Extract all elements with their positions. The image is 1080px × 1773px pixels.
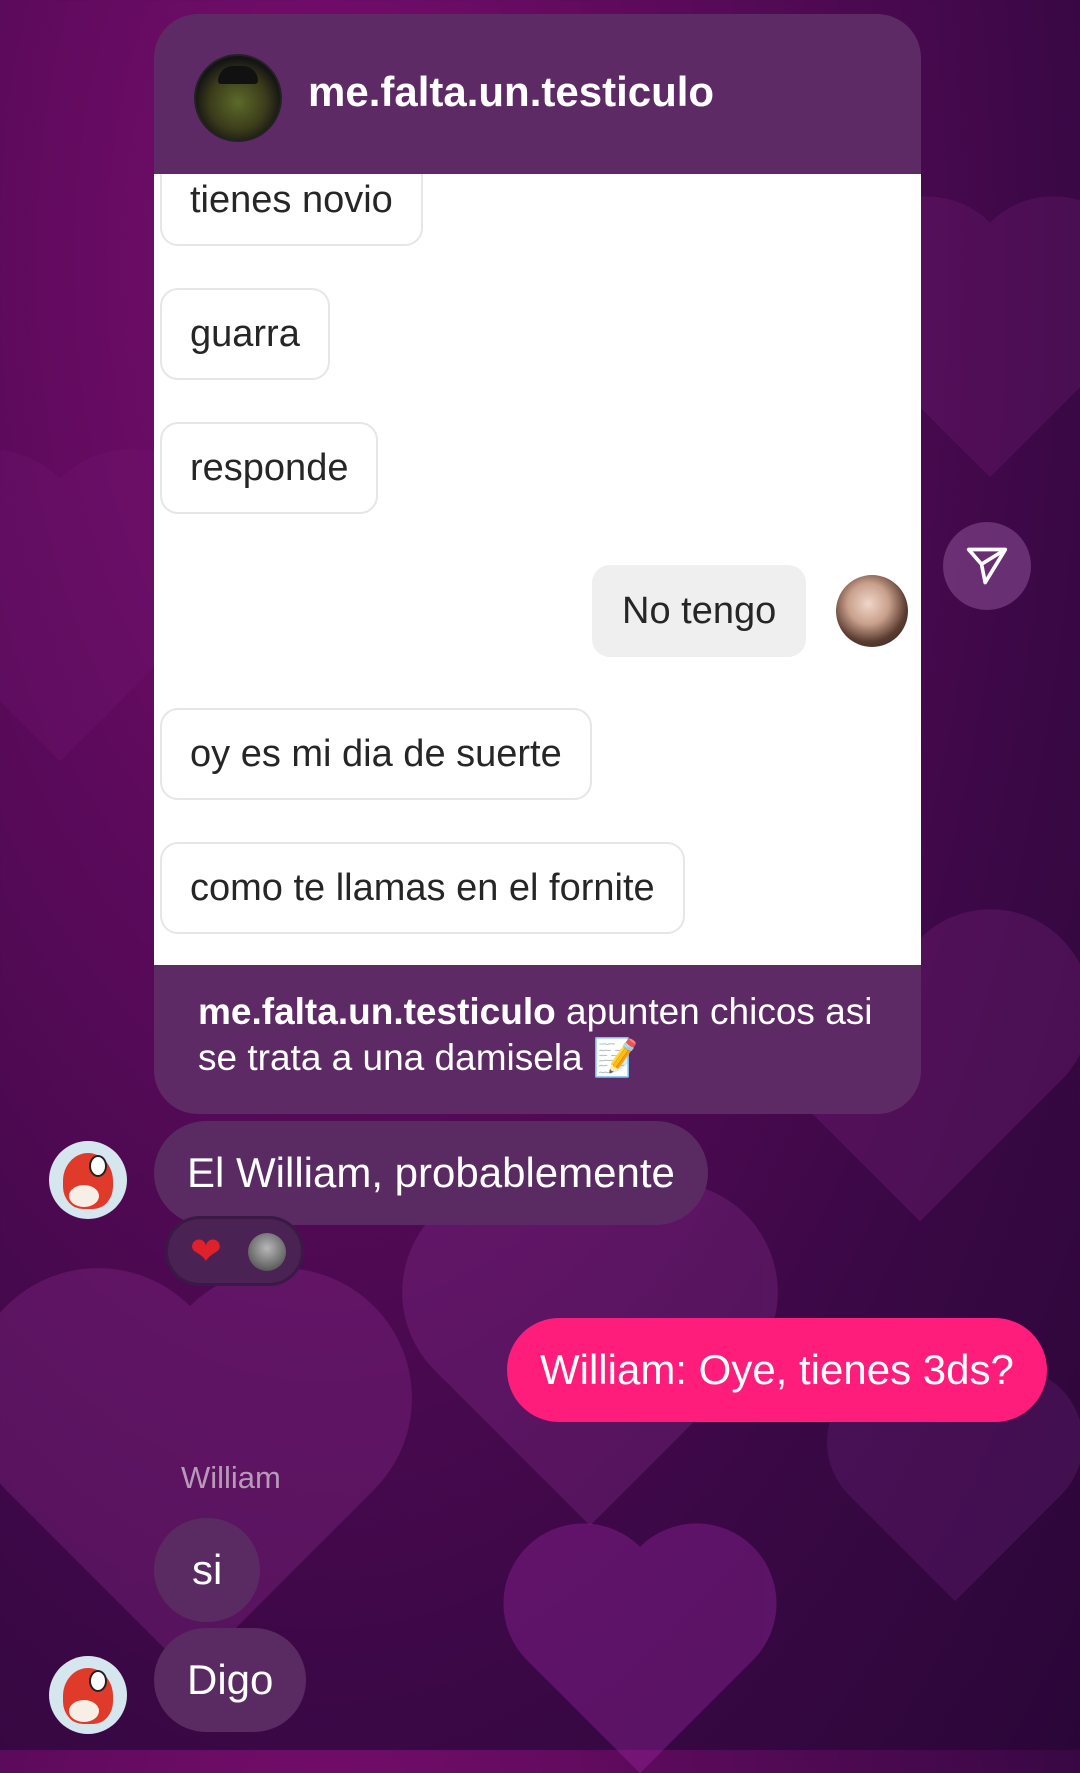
sender-avatar[interactable] (49, 1656, 127, 1734)
background-heart-decoration (526, 1546, 754, 1773)
message-bubble-received[interactable]: si (154, 1518, 261, 1622)
message-reaction[interactable]: ❤ (165, 1216, 304, 1286)
paper-plane-icon (966, 547, 1008, 585)
shared-post-header: me.falta.un.testiculo (154, 14, 921, 174)
screenshot-message: guarra (160, 288, 330, 380)
screenshot-message: oy es mi dia de suerte (160, 708, 592, 800)
message-bubble-received[interactable]: Digo (154, 1628, 307, 1732)
shared-post-image: tienes novio guarra responde No tengo oy… (154, 174, 921, 965)
screenshot-avatar (836, 575, 908, 647)
sender-name-label: William (181, 1460, 281, 1495)
share-button[interactable] (943, 522, 1031, 610)
shared-post-caption: me.falta.un.testiculo apunten chicos asi… (198, 989, 888, 1081)
screenshot-message-sent: No tengo (592, 565, 807, 657)
screenshot-message: tienes novio (160, 174, 423, 246)
message-bubble-sent[interactable]: William: Oye, tienes 3ds? (507, 1318, 1047, 1422)
shared-post-author-avatar[interactable] (194, 54, 282, 142)
sender-avatar[interactable] (49, 1141, 127, 1219)
shared-post-card[interactable]: me.falta.un.testiculo tienes novio guarr… (154, 14, 921, 1114)
screenshot-message: responde (160, 422, 379, 514)
caption-username: me.falta.un.testiculo (198, 991, 556, 1032)
shared-post-username[interactable]: me.falta.un.testiculo (308, 68, 714, 116)
reactor-avatar (248, 1233, 286, 1271)
heart-reaction-icon: ❤ (190, 1231, 222, 1273)
message-bubble-received[interactable]: El William, probablemente (154, 1121, 708, 1225)
screenshot-message: como te llamas en el fornite (160, 842, 685, 934)
